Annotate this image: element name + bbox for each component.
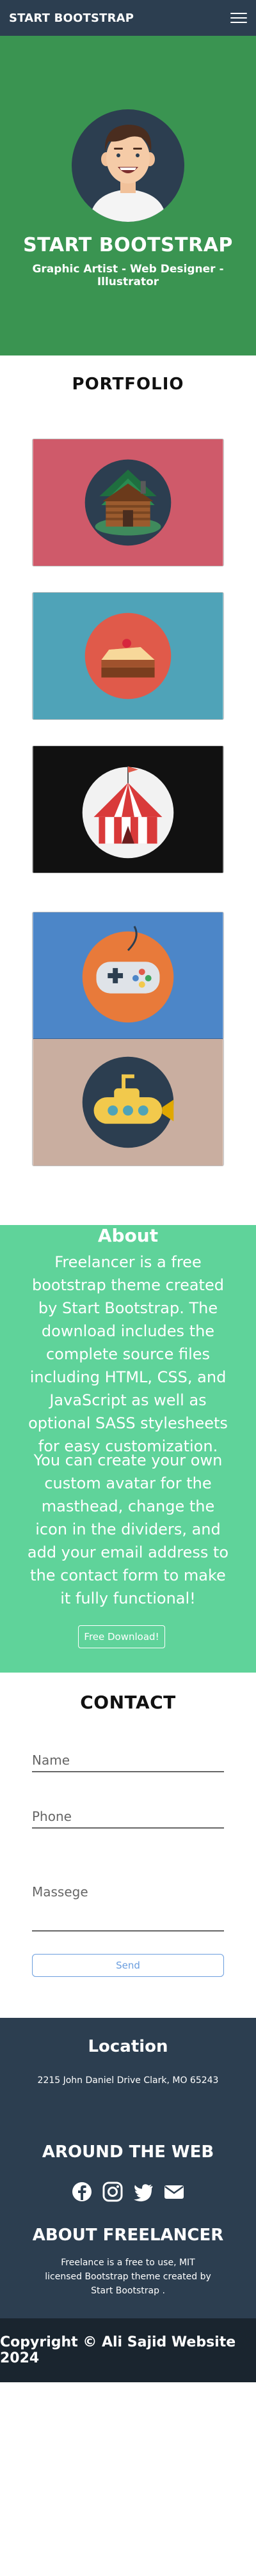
portfolio-item-cake[interactable] [32,592,224,720]
about-paragraph-1: Freelancer is a free bootstrap theme cre… [28,1253,228,1455]
copyright-bar: Copyright © Ali Sajid Website 2024 [0,2318,256,2382]
footer-address: 2215 John Daniel Drive Clark, MO 65243 [37,2075,219,2086]
about-paragraph-2: You can create your own custom avatar fo… [27,1451,229,1607]
cake-icon [33,593,223,719]
message-field[interactable] [32,1880,224,1932]
free-download-button[interactable]: Free Download! [78,1625,165,1648]
send-button[interactable]: Send [32,1954,224,1977]
footer-web-title: AROUND THE WEB [42,2143,214,2162]
circus-tent-icon [33,746,223,873]
social-links [0,2181,256,2206]
about-section: About Freelancer is a free bootstrap the… [0,1225,256,1673]
portfolio-item-cabin[interactable] [32,439,224,566]
contact-title: CONTACT [80,1692,176,1713]
mail-icon[interactable] [163,2181,185,2203]
masthead-title: START BOOTSTRAP [23,234,233,256]
copyright-text: Copyright © Ali Sajid Website 2024 [0,2334,236,2366]
masthead-subtitle: Graphic Artist - Web Designer - Illustra… [32,263,224,288]
footer: Location 2215 John Daniel Drive Clark, M… [0,2018,256,2318]
twitter-icon[interactable] [132,2181,154,2203]
portfolio-title: PORTFOLIO [72,375,184,394]
brand-link[interactable]: START BOOTSTRAP [9,12,134,25]
masthead: START BOOTSTRAP Graphic Artist - Web Des… [0,36,256,355]
name-field[interactable] [32,1749,224,1772]
hamburger-menu-icon[interactable] [230,10,247,26]
portfolio-item-submarine[interactable] [32,1038,224,1166]
navbar: START BOOTSTRAP [0,0,256,36]
instagram-icon[interactable] [102,2181,124,2203]
avatar [72,109,184,222]
phone-field[interactable] [32,1806,224,1829]
cabin-icon [33,439,223,566]
gamepad-icon [33,912,223,1039]
avatar-illustration [72,109,184,222]
contact-section: CONTACT Send [0,1673,256,2018]
footer-about-title: ABOUT FREELANCER [32,2226,224,2245]
facebook-icon[interactable] [71,2181,93,2203]
portfolio-item-circus[interactable] [32,745,224,873]
portfolio-section-continued [0,1038,256,1225]
submarine-icon [33,1039,223,1166]
footer-about-text: Freelance is a free to use, MIT licensed… [45,2258,211,2296]
portfolio-item-game[interactable] [32,912,224,1040]
footer-location-title: Location [88,2037,168,2056]
about-title: About [97,1225,159,1246]
